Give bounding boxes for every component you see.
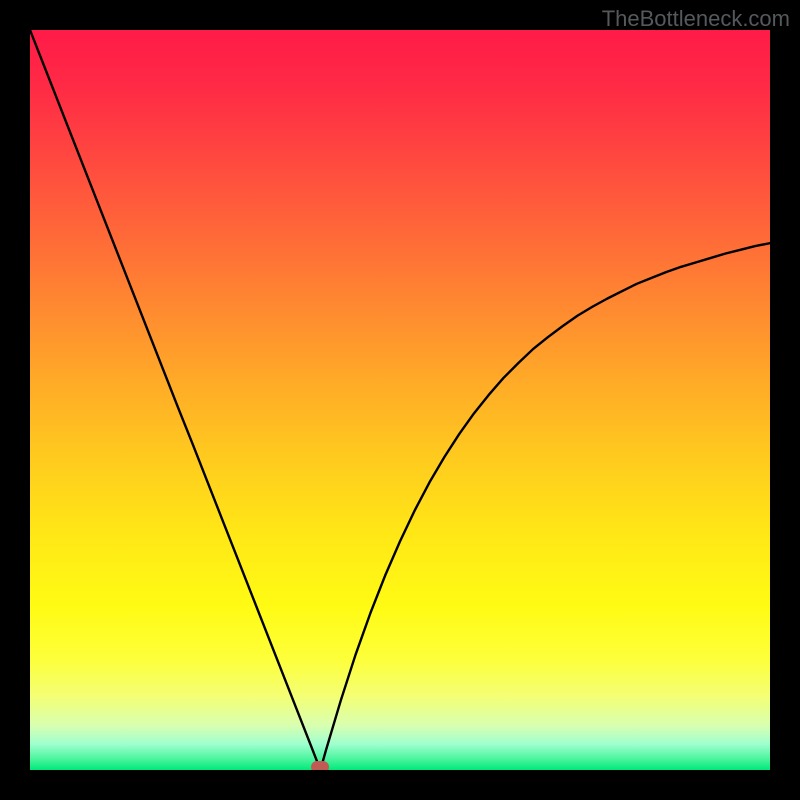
bottleneck-curve — [30, 30, 770, 770]
attribution-label: TheBottleneck.com — [602, 6, 790, 32]
chart-frame: TheBottleneck.com — [0, 0, 800, 800]
plot-area — [30, 30, 770, 770]
minimum-marker — [311, 761, 329, 770]
